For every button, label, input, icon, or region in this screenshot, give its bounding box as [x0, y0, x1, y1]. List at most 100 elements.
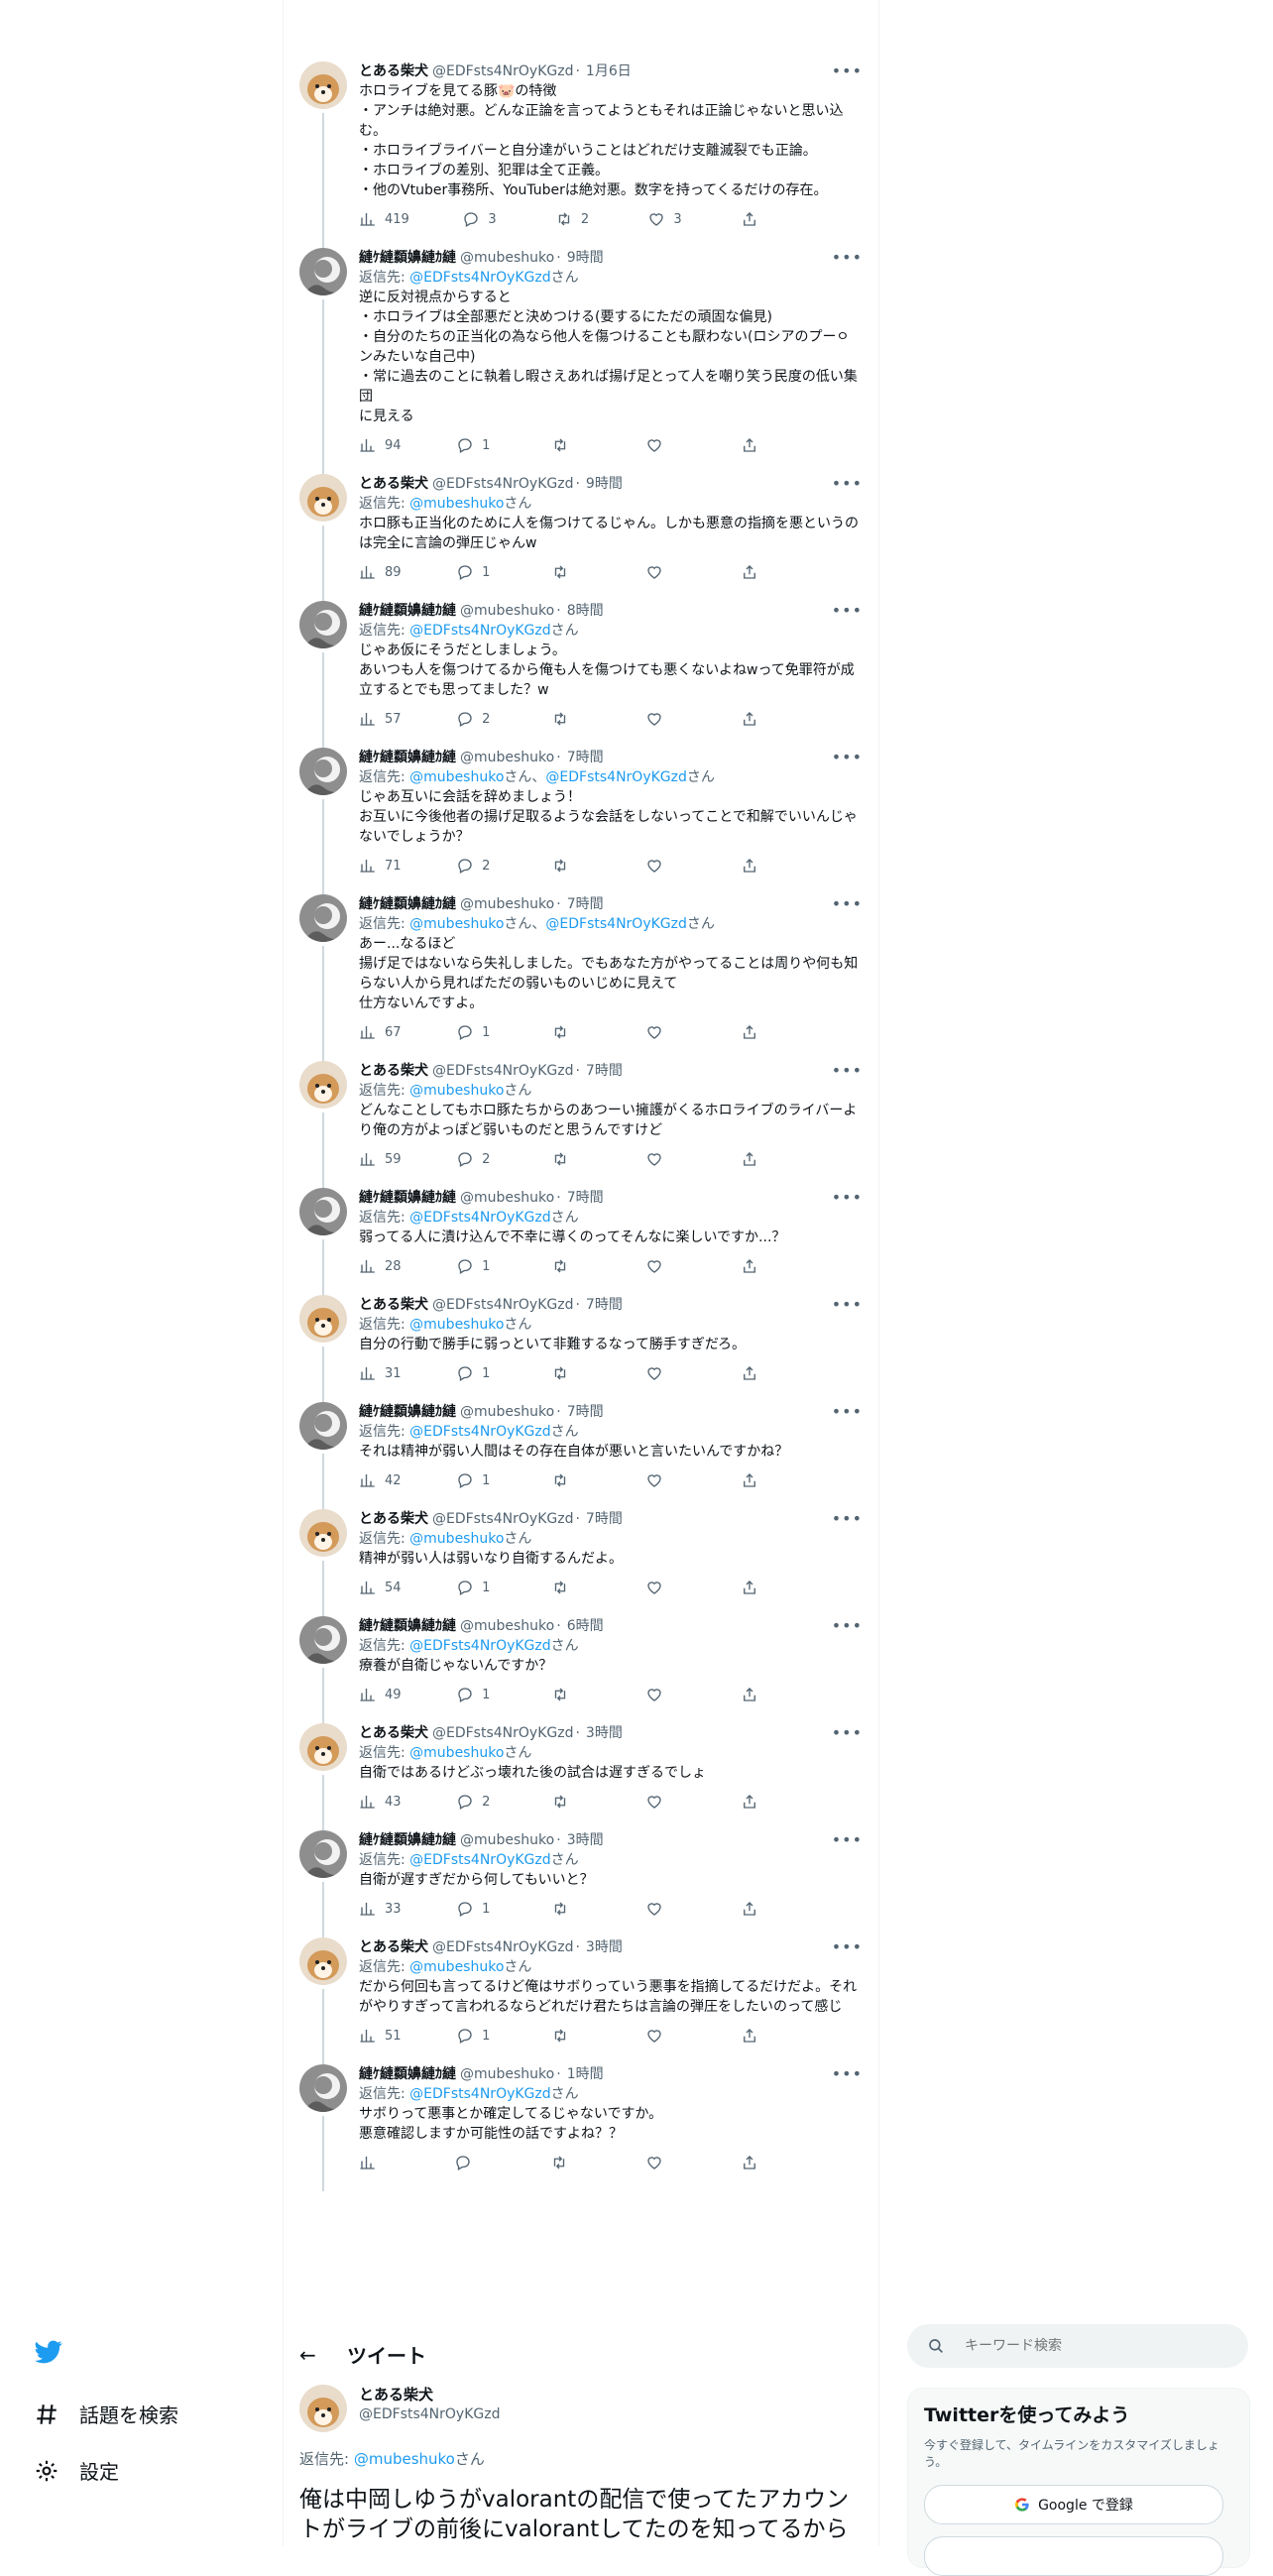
share-button[interactable] [741, 1023, 780, 1041]
more-options-icon[interactable]: ••• [832, 748, 863, 767]
reply-mention-link[interactable]: @EDFsts4NrOyKGzd [409, 1638, 550, 1654]
author-name[interactable]: 縺ｹ縺纇嬶縺ｶ縺 [359, 1188, 456, 1208]
mube-avatar[interactable] [299, 894, 347, 942]
likes-button[interactable] [645, 1023, 685, 1041]
replies-button[interactable]: 3 [462, 210, 502, 228]
share-button[interactable] [741, 1900, 780, 1918]
likes-button[interactable] [645, 1579, 685, 1596]
mube-avatar[interactable] [299, 1830, 347, 1878]
retweets-button[interactable] [551, 1257, 591, 1275]
tweet[interactable]: 縺ｹ縺纇嬶縺ｶ縺 @mubeshuko · 7時間 ••• 返信先: @mubeshuko… [284, 736, 878, 894]
likes-button[interactable]: 3 [647, 210, 687, 228]
reply-mention-link[interactable]: @EDFsts4NrOyKGzd [545, 916, 686, 932]
reply-mention-link[interactable]: @EDFsts4NrOyKGzd [409, 623, 550, 639]
more-options-icon[interactable]: ••• [832, 1937, 863, 1957]
replies-button[interactable]: 1 [456, 1023, 496, 1041]
reply-mention-link[interactable]: @mubeshuko [409, 769, 504, 785]
retweets-button[interactable] [551, 1793, 591, 1811]
replies-button[interactable]: 2 [456, 857, 496, 875]
retweets-button[interactable] [551, 857, 591, 875]
replies-button[interactable]: 1 [456, 1471, 496, 1489]
author-handle[interactable]: @mubeshuko [460, 1188, 554, 1208]
views-button[interactable]: 59 [359, 1150, 402, 1168]
tweet-time[interactable]: 9時間 [586, 474, 623, 494]
tweet-time[interactable]: 7時間 [586, 1295, 623, 1315]
author-handle[interactable]: @EDFsts4NrOyKGzd [432, 61, 573, 81]
tweet-time[interactable]: 7時間 [567, 1402, 604, 1422]
tweet[interactable]: 縺ｹ縺纇嬶縺ｶ縺 @mubeshuko · 8時間 ••• 返信先: @EDFsts4Nr… [284, 589, 878, 748]
tweet[interactable]: 縺ｹ縺纇嬶縺ｶ縺 @mubeshuko · 7時間 ••• 返信先: @EDFsts4Nr… [284, 1390, 878, 1509]
more-options-icon[interactable]: ••• [832, 1830, 863, 1850]
more-options-icon[interactable]: ••• [832, 61, 863, 81]
author-name[interactable]: とある柴犬 [359, 1509, 428, 1529]
likes-button[interactable] [645, 710, 685, 728]
views-button[interactable]: 28 [359, 1257, 402, 1275]
replies-button[interactable]: 2 [456, 1793, 496, 1811]
share-button[interactable] [741, 563, 780, 581]
retweets-button[interactable] [551, 2027, 591, 2045]
share-button[interactable] [741, 857, 780, 875]
author-name[interactable]: とある柴犬 [359, 1295, 428, 1315]
retweets-button[interactable] [550, 2154, 590, 2171]
main-tweet-author[interactable]: とある柴犬 @EDFsts4NrOyKGzd [299, 2385, 863, 2432]
views-button[interactable]: 89 [359, 563, 402, 581]
likes-button[interactable] [645, 2027, 685, 2045]
share-button[interactable] [741, 1364, 780, 1382]
tweet-time[interactable]: 7時間 [586, 1509, 623, 1529]
views-button[interactable]: 94 [359, 436, 402, 454]
author-name[interactable]: 縺ｹ縺纇嬶縺ｶ縺 [359, 248, 456, 268]
twitter-logo-icon[interactable] [32, 2338, 65, 2366]
replies-button[interactable]: 1 [456, 1900, 496, 1918]
mube-avatar[interactable] [299, 1402, 347, 1450]
tweet-time[interactable]: 3時間 [586, 1723, 623, 1743]
replies-button[interactable]: 1 [456, 1364, 496, 1382]
tweet[interactable]: 縺ｹ縺纇嬶縺ｶ縺 @mubeshuko · 7時間 ••• 返信先: @mubeshuko… [284, 882, 878, 1061]
likes-button[interactable] [645, 1364, 685, 1382]
author-name[interactable]: とある柴犬 [359, 1723, 428, 1743]
retweets-button[interactable] [551, 1364, 591, 1382]
replies-button[interactable]: 1 [456, 563, 496, 581]
retweets-button[interactable] [551, 1686, 591, 1703]
share-button[interactable] [741, 436, 780, 454]
author-handle[interactable]: @mubeshuko [460, 748, 554, 767]
replies-button[interactable]: 2 [456, 710, 496, 728]
views-button[interactable]: 71 [359, 857, 402, 875]
more-options-icon[interactable]: ••• [832, 248, 863, 268]
author-name[interactable]: とある柴犬 [359, 61, 428, 81]
tweet[interactable]: とある柴犬 @EDFsts4NrOyKGzd · 7時間 ••• 返信先: @mubesh… [284, 1283, 878, 1402]
nav-explore[interactable]: 話題を検索 [34, 2400, 178, 2428]
author-handle[interactable]: @EDFsts4NrOyKGzd [432, 1295, 573, 1315]
share-button[interactable] [741, 1471, 780, 1489]
author-name[interactable]: 縺ｹ縺纇嬶縺ｶ縺 [359, 1616, 456, 1636]
share-button[interactable] [741, 1686, 780, 1703]
shiba-avatar[interactable] [299, 2385, 347, 2432]
tweet-time[interactable]: 3時間 [567, 1830, 604, 1850]
author-handle[interactable]: @EDFsts4NrOyKGzd [432, 474, 573, 494]
views-button[interactable]: 49 [359, 1686, 402, 1703]
likes-button[interactable] [645, 1471, 685, 1489]
mube-avatar[interactable] [299, 601, 347, 648]
reply-mention-link[interactable]: @mubeshuko [409, 1959, 504, 1975]
shiba-avatar[interactable] [299, 1509, 347, 1557]
likes-button[interactable] [645, 857, 685, 875]
signup-button[interactable] [924, 2536, 1223, 2576]
google-signup-button[interactable]: Google で登録 [924, 2485, 1223, 2524]
reply-mention-link[interactable]: @EDFsts4NrOyKGzd [409, 2086, 550, 2102]
mube-avatar[interactable] [299, 2064, 347, 2112]
reply-mention-link[interactable]: @mubeshuko [409, 496, 504, 512]
more-options-icon[interactable]: ••• [832, 1723, 863, 1743]
reply-mention-link[interactable]: @EDFsts4NrOyKGzd [545, 769, 686, 785]
author-name[interactable]: とある柴犬 [359, 1061, 428, 1081]
retweets-button[interactable] [551, 1471, 591, 1489]
reply-mention-link[interactable]: @mubeshuko [409, 1317, 504, 1333]
tweet[interactable]: とある柴犬 @EDFsts4NrOyKGzd · 3時間 ••• 返信先: @mubesh… [284, 1926, 878, 2064]
tweet[interactable]: とある柴犬 @EDFsts4NrOyKGzd · 1月6日 ••• ホロライブを見てる豚🐷… [284, 50, 878, 248]
reply-mention-link[interactable]: @mubeshuko [409, 1745, 504, 1761]
more-options-icon[interactable]: ••• [832, 894, 863, 914]
views-button[interactable]: 419 [359, 210, 409, 228]
replies-button[interactable] [454, 2154, 494, 2171]
nav-settings[interactable]: 設定 [34, 2456, 119, 2485]
author-handle[interactable]: @EDFsts4NrOyKGzd [432, 1061, 573, 1081]
tweet-time[interactable]: 1時間 [567, 2064, 604, 2084]
views-button[interactable]: 43 [359, 1793, 402, 1811]
